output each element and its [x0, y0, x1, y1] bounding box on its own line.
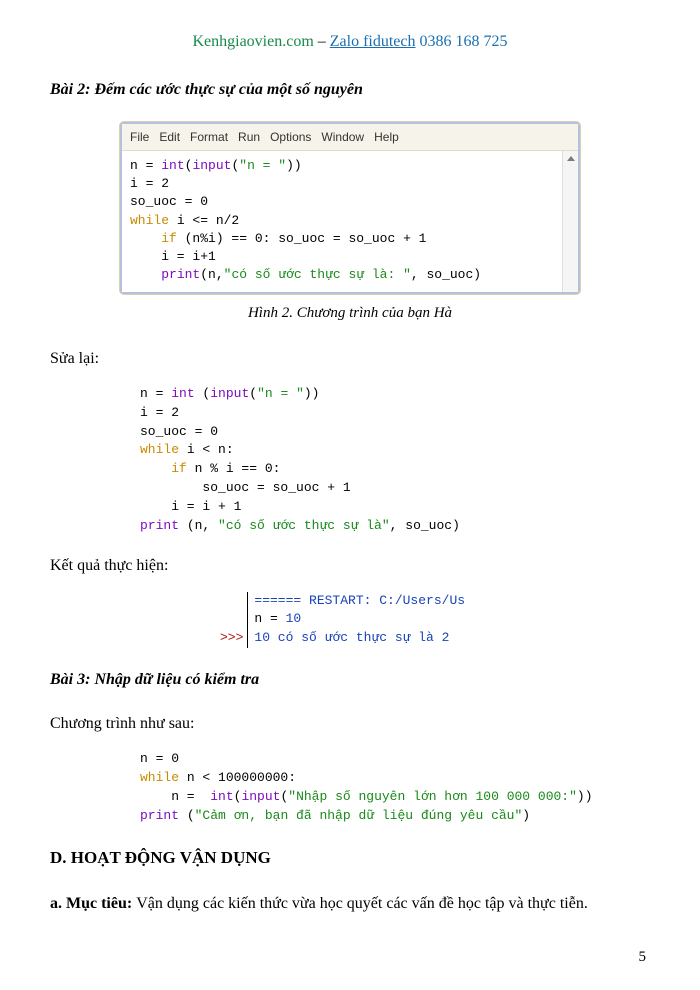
menubar: File Edit Format Run Options Window Help	[122, 124, 578, 151]
site-name: Kenhgiaovien.com	[192, 33, 313, 50]
code-block-1: n = int(input("n = ")) i = 2 so_uoc = 0 …	[122, 151, 562, 292]
chuong-trinh-label: Chương trình như sau:	[50, 712, 650, 736]
menu-edit[interactable]: Edit	[159, 128, 180, 146]
phone-number: 0386 168 725	[416, 33, 508, 50]
output-text: ====== RESTART: C:/Users/Us n = 10 10 có…	[247, 592, 465, 649]
code-block-2: n = int (input("n = ")) i = 2 so_uoc = 0…	[140, 385, 650, 536]
scrollbar[interactable]	[562, 151, 578, 292]
muc-tieu-paragraph: a. Mục tiêu: Vận dụng các kiến thức vừa …	[50, 889, 650, 919]
dash: –	[314, 33, 330, 50]
scroll-up-icon	[567, 156, 575, 161]
menu-format[interactable]: Format	[190, 128, 228, 146]
page-number: 5	[639, 946, 647, 969]
menu-help[interactable]: Help	[374, 128, 399, 146]
muc-tieu-label: a. Mục tiêu:	[50, 895, 136, 912]
muc-tieu-text: Vận dụng các kiến thức vừa học quyết các…	[136, 895, 588, 912]
menu-run[interactable]: Run	[238, 128, 260, 146]
page-header: Kenhgiaovien.com – Zalo fidutech 0386 16…	[50, 30, 650, 54]
code-window-figure2: File Edit Format Run Options Window Help…	[120, 122, 580, 294]
output-block: >>> ====== RESTART: C:/Users/Us n = 10 1…	[220, 592, 650, 649]
shell-prompt: >>>	[220, 629, 243, 648]
ket-qua-label: Kết quả thực hiện:	[50, 554, 650, 578]
code-block-3: n = 0 while n < 100000000: n = int(input…	[140, 750, 650, 825]
figure2-caption: Hình 2. Chương trình của bạn Hà	[50, 302, 650, 325]
menu-window[interactable]: Window	[321, 128, 364, 146]
menu-file[interactable]: File	[130, 128, 149, 146]
zalo-link[interactable]: Zalo fidutech	[330, 33, 416, 50]
bai3-title: Bài 3: Nhập dữ liệu có kiểm tra	[50, 668, 650, 692]
code-body: n = int(input("n = ")) i = 2 so_uoc = 0 …	[122, 151, 578, 292]
sua-lai-label: Sửa lại:	[50, 347, 650, 371]
menu-options[interactable]: Options	[270, 128, 311, 146]
heading-d: D. HOẠT ĐỘNG VẬN DỤNG	[50, 845, 650, 871]
bai2-title: Bài 2: Đếm các ước thực sự của một số ng…	[50, 78, 650, 102]
